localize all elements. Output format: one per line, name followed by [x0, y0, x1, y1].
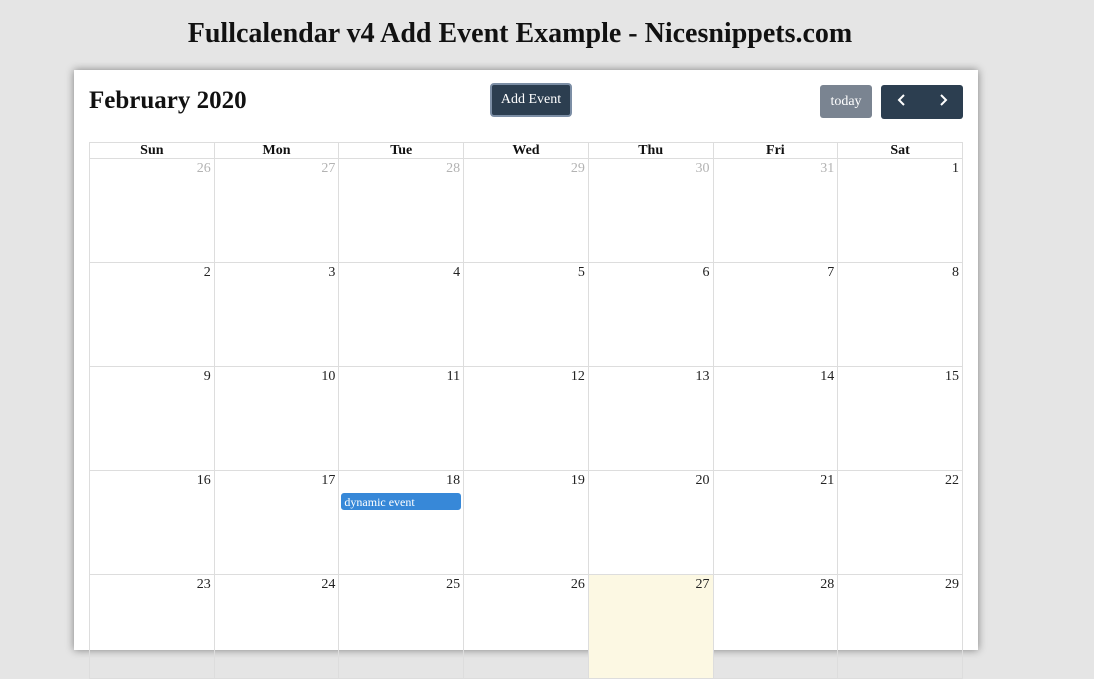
day-number[interactable]: 22 — [945, 473, 959, 489]
day-number[interactable]: 9 — [204, 369, 211, 385]
day-number[interactable]: 11 — [447, 369, 460, 385]
day-header: Mon — [213, 142, 340, 159]
day-cell[interactable]: 3 — [213, 262, 340, 367]
week-row: 26 27 28 29 30 31 1 — [89, 158, 963, 263]
chevron-right-icon — [937, 93, 949, 112]
day-number[interactable]: 10 — [321, 369, 335, 385]
day-cell[interactable]: 8 — [837, 262, 963, 367]
day-cell[interactable]: 30 — [587, 158, 714, 263]
day-number[interactable]: 14 — [820, 369, 834, 385]
day-header: Tue — [338, 142, 465, 159]
day-number[interactable]: 17 — [321, 473, 335, 489]
day-cell[interactable]: 22 — [837, 470, 963, 575]
day-cell[interactable]: 20 — [587, 470, 714, 575]
day-header: Wed — [463, 142, 589, 159]
day-number[interactable]: 24 — [321, 577, 335, 593]
day-cell[interactable]: 27 — [213, 158, 340, 263]
month-grid-body: 26 27 28 29 30 31 1 2 3 4 5 6 7 8 9 10 11 12 13 14 15 16 17 18 d… — [89, 158, 963, 679]
day-cell[interactable]: 12 — [463, 366, 589, 471]
day-cell[interactable]: 21 — [712, 470, 839, 575]
day-number[interactable]: 5 — [578, 265, 585, 281]
day-cell[interactable]: 26 — [463, 574, 589, 679]
day-cell[interactable]: 27 — [587, 574, 714, 679]
day-number[interactable]: 21 — [820, 473, 834, 489]
day-number[interactable]: 3 — [328, 265, 335, 281]
month-grid: Sun Mon Tue Wed Thu Fri Sat 26 27 28 29 30 31 1 2 3 4 5 6… — [89, 142, 963, 679]
week-row: 2 3 4 5 6 7 8 — [89, 262, 963, 367]
chevron-left-icon — [896, 93, 908, 112]
day-cell[interactable]: 23 — [89, 574, 215, 679]
day-cell[interactable]: 26 — [89, 158, 215, 263]
day-number[interactable]: 20 — [696, 473, 710, 489]
nav-button-group — [881, 85, 963, 119]
day-number[interactable]: 4 — [453, 265, 460, 281]
week-row: 23 24 25 26 27 28 29 — [89, 574, 963, 679]
day-number[interactable]: 7 — [827, 265, 834, 281]
day-cell[interactable]: 31 — [712, 158, 839, 263]
day-number[interactable]: 23 — [197, 577, 211, 593]
day-number[interactable]: 28 — [820, 577, 834, 593]
day-cell[interactable]: 29 — [463, 158, 589, 263]
page-heading: Fullcalendar v4 Add Event Example - Nice… — [187, 18, 853, 49]
day-header-row: Sun Mon Tue Wed Thu Fri Sat — [89, 142, 963, 159]
day-cell[interactable]: 18 dynamic event — [338, 470, 465, 575]
day-cell[interactable]: 4 — [338, 262, 465, 367]
day-header: Fri — [712, 142, 839, 159]
day-number[interactable]: 19 — [571, 473, 585, 489]
day-cell[interactable]: 25 — [338, 574, 465, 679]
day-number[interactable]: 25 — [446, 577, 460, 593]
day-cell[interactable]: 28 — [712, 574, 839, 679]
day-number[interactable]: 26 — [571, 577, 585, 593]
day-cell[interactable]: 17 — [213, 470, 340, 575]
day-header: Sun — [89, 142, 215, 159]
week-row: 9 10 11 12 13 14 15 — [89, 366, 963, 471]
day-number[interactable]: 16 — [197, 473, 211, 489]
calendar-event[interactable]: dynamic event — [341, 493, 462, 510]
day-cell[interactable]: 14 — [712, 366, 839, 471]
day-cell[interactable]: 9 — [89, 366, 215, 471]
day-number[interactable]: 27 — [321, 161, 335, 177]
day-cell[interactable]: 11 — [338, 366, 465, 471]
day-cell[interactable]: 28 — [338, 158, 465, 263]
day-number[interactable]: 31 — [820, 161, 834, 177]
day-cell[interactable]: 24 — [213, 574, 340, 679]
day-cell[interactable]: 16 — [89, 470, 215, 575]
add-event-button[interactable]: Add Event — [490, 83, 572, 117]
day-number[interactable]: 6 — [703, 265, 710, 281]
day-number[interactable]: 13 — [696, 369, 710, 385]
day-cell[interactable]: 1 — [837, 158, 963, 263]
week-row: 16 17 18 dynamic event 19 20 21 22 — [89, 470, 963, 575]
day-number[interactable]: 12 — [571, 369, 585, 385]
day-cell[interactable]: 2 — [89, 262, 215, 367]
day-cell[interactable]: 19 — [463, 470, 589, 575]
day-cell[interactable]: 13 — [587, 366, 714, 471]
day-number[interactable]: 18 — [446, 473, 460, 489]
day-number[interactable]: 1 — [952, 161, 959, 177]
day-header: Sat — [837, 142, 963, 159]
day-number[interactable]: 29 — [945, 577, 959, 593]
day-header: Thu — [587, 142, 714, 159]
day-cell[interactable]: 7 — [712, 262, 839, 367]
day-cell[interactable]: 10 — [213, 366, 340, 471]
day-number[interactable]: 26 — [197, 161, 211, 177]
day-number[interactable]: 29 — [571, 161, 585, 177]
prev-month-button[interactable] — [881, 85, 922, 119]
day-number[interactable]: 30 — [696, 161, 710, 177]
day-cell[interactable]: 6 — [587, 262, 714, 367]
day-number[interactable]: 15 — [945, 369, 959, 385]
day-cell[interactable]: 29 — [837, 574, 963, 679]
next-month-button[interactable] — [922, 85, 963, 119]
day-number[interactable]: 2 — [204, 265, 211, 281]
day-cell[interactable]: 5 — [463, 262, 589, 367]
day-number[interactable]: 28 — [446, 161, 460, 177]
day-number[interactable]: 8 — [952, 265, 959, 281]
day-number[interactable]: 27 — [696, 577, 710, 593]
day-cell[interactable]: 15 — [837, 366, 963, 471]
calendar-title: February 2020 — [89, 87, 247, 114]
calendar-container: February 2020 Add Event today Sun Mon Tue W… — [74, 70, 978, 679]
today-button[interactable]: today — [820, 85, 872, 118]
